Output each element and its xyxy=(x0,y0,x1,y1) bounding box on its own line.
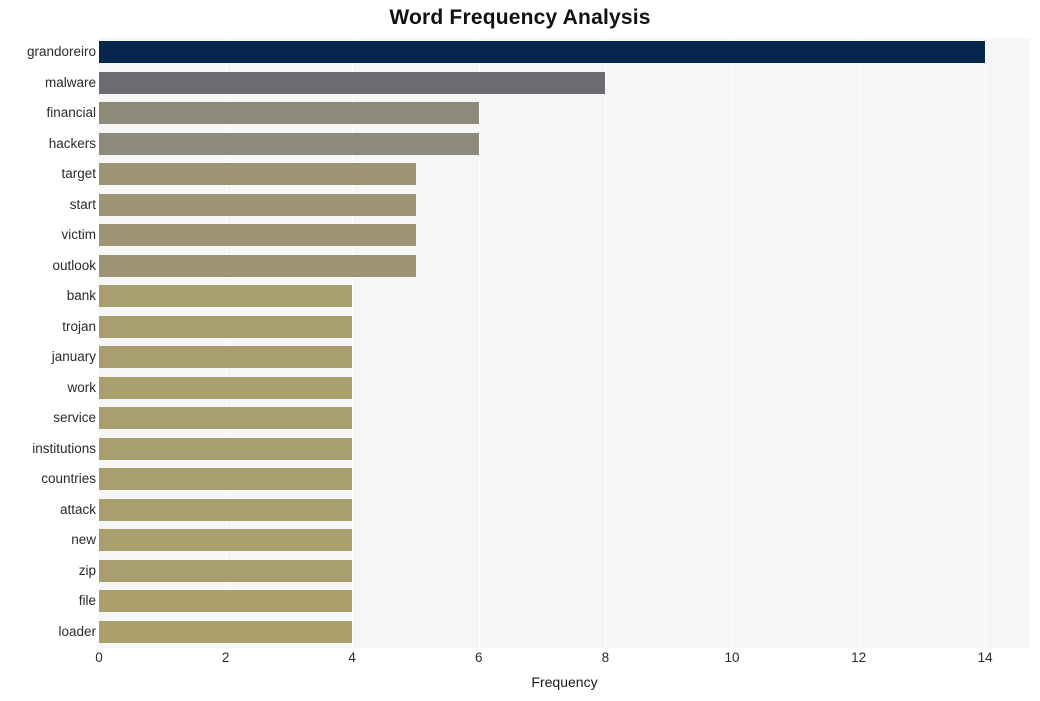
bar xyxy=(99,224,416,247)
bar xyxy=(99,407,353,430)
y-tick-label: countries xyxy=(41,471,96,486)
bar xyxy=(99,529,353,552)
y-tick-label: new xyxy=(71,532,96,547)
x-tick-label: 0 xyxy=(95,650,103,665)
bar xyxy=(99,102,479,125)
bar xyxy=(99,71,606,94)
bar xyxy=(99,285,353,308)
x-tick-label: 14 xyxy=(977,650,993,665)
bar-row xyxy=(99,435,1030,464)
bar-row xyxy=(99,252,1030,281)
y-tick-label: target xyxy=(61,166,96,181)
y-tick-label: institutions xyxy=(32,440,96,456)
bar-row xyxy=(99,618,1030,647)
bar-row xyxy=(99,465,1030,494)
bar xyxy=(99,132,479,155)
bar xyxy=(99,559,353,582)
y-tick-label: malware xyxy=(44,74,96,90)
bar-row xyxy=(99,404,1030,433)
y-tick-label: start xyxy=(69,196,96,212)
bar xyxy=(99,163,416,186)
bar xyxy=(99,590,353,613)
bar-row xyxy=(99,130,1030,159)
bar-row xyxy=(99,221,1030,250)
y-tick-label: file xyxy=(78,593,96,608)
y-tick-label: work xyxy=(67,379,96,395)
y-tick-label: outlook xyxy=(52,257,96,273)
x-tick-label: 6 xyxy=(475,650,483,665)
bar-row xyxy=(99,69,1030,98)
x-tick-label: 4 xyxy=(348,650,356,665)
bar xyxy=(99,620,353,643)
bar xyxy=(99,254,416,277)
x-tick-label: 10 xyxy=(724,650,740,665)
bar xyxy=(99,498,353,521)
y-tick-label: bank xyxy=(66,288,96,303)
y-axis-tick-labels: grandoreiro malware financial hackers target… xyxy=(0,38,96,648)
y-tick-label: victim xyxy=(61,227,97,242)
bar-row xyxy=(99,496,1030,525)
bar xyxy=(99,468,353,491)
chart-title: Word Frequency Analysis xyxy=(389,6,651,29)
y-tick-label: service xyxy=(53,410,96,425)
y-tick-label: hackers xyxy=(48,135,96,151)
y-tick-label: grandoreiro xyxy=(26,44,96,59)
x-axis-title: Frequency xyxy=(531,674,598,690)
bar xyxy=(99,193,416,216)
bar-row xyxy=(99,282,1030,311)
x-tick-label: 2 xyxy=(221,650,230,665)
y-tick-label: loader xyxy=(58,623,96,639)
bar xyxy=(99,346,353,369)
y-tick-label: financial xyxy=(46,105,96,120)
bar-row xyxy=(99,191,1030,220)
bar-row xyxy=(99,38,1030,67)
bar-row xyxy=(99,99,1030,128)
bar xyxy=(99,376,353,399)
x-axis-tick-labels: 0 2 4 6 8 10 12 14 xyxy=(0,650,1040,674)
bar-row xyxy=(99,374,1030,403)
y-tick-label: attack xyxy=(59,501,96,517)
x-tick-label: 12 xyxy=(851,650,867,665)
x-tick-label: 8 xyxy=(601,650,610,665)
bar-row xyxy=(99,526,1030,555)
y-tick-label: zip xyxy=(78,562,96,578)
bar-row xyxy=(99,557,1030,586)
bar-row xyxy=(99,343,1030,372)
bars-container xyxy=(99,38,1030,648)
word-frequency-chart: Word Frequency Analysis grandoreiro malwa… xyxy=(0,0,1040,701)
bar-row xyxy=(99,313,1030,342)
bar xyxy=(99,315,353,338)
bar-row xyxy=(99,587,1030,616)
bar xyxy=(99,437,353,460)
y-tick-label: trojan xyxy=(62,318,96,334)
bar-row xyxy=(99,160,1030,189)
y-tick-label: january xyxy=(51,349,96,364)
bar xyxy=(99,41,986,64)
